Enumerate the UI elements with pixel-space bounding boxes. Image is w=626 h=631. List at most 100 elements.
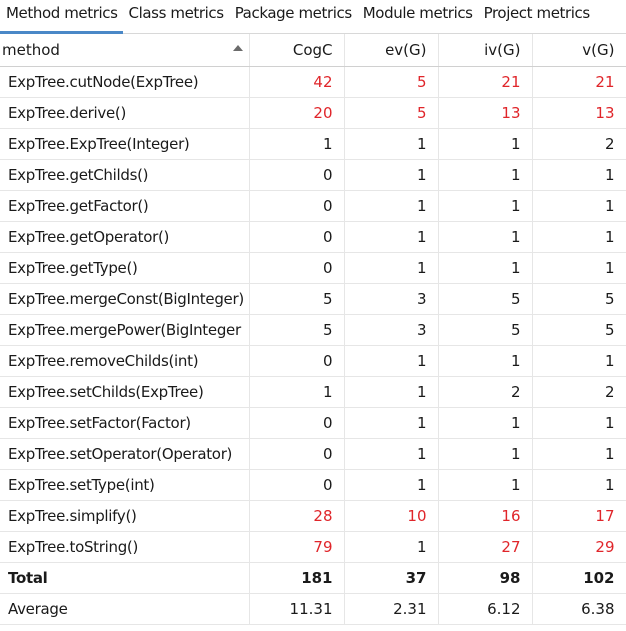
table-row[interactable]: ExpTree.getType() 0 1 1 1 xyxy=(0,252,626,284)
metric-v-g-cell: 5 xyxy=(532,314,626,346)
table-row[interactable]: ExpTree.setType(int) 0 1 1 1 xyxy=(0,469,626,501)
method-metrics-table: method CogC ev(G) iv(G) v(G) ExpTree.cut… xyxy=(0,34,626,625)
metric-ev-g-cell: 1 xyxy=(344,469,439,501)
table-row[interactable]: ExpTree.simplify() 28 10 16 17 xyxy=(0,500,626,532)
metric-iv-g-cell: 1 xyxy=(438,128,533,160)
metric-cogc-cell: 20 xyxy=(249,97,345,129)
metric-cogc-cell: 1 xyxy=(249,376,345,408)
method-name-cell: ExpTree.setType(int) xyxy=(0,469,250,501)
table-row[interactable]: ExpTree.getChilds() 0 1 1 1 xyxy=(0,159,626,191)
metric-iv-g-cell: 1 xyxy=(438,221,533,253)
table-row[interactable]: ExpTree.toString() 79 1 27 29 xyxy=(0,531,626,563)
metric-ev-g-cell: 1 xyxy=(344,531,439,563)
metric-v-g-cell: 21 xyxy=(532,66,626,98)
total-iv-g-cell: 98 xyxy=(438,562,533,594)
table-row[interactable]: ExpTree.derive() 20 5 13 13 xyxy=(0,97,626,129)
metric-ev-g-cell: 1 xyxy=(344,128,439,160)
metric-cogc-cell: 0 xyxy=(249,438,345,470)
metric-iv-g-cell: 5 xyxy=(438,283,533,315)
method-name-cell: ExpTree.getOperator() xyxy=(0,221,250,253)
metric-iv-g-cell: 13 xyxy=(438,97,533,129)
metric-cogc-cell: 5 xyxy=(249,283,345,315)
table-row[interactable]: ExpTree.setOperator(Operator) 0 1 1 1 xyxy=(0,438,626,470)
metric-v-g-cell: 1 xyxy=(532,252,626,284)
metric-v-g-cell: 1 xyxy=(532,159,626,191)
column-header-label: method xyxy=(2,40,60,59)
table-header-row: method CogC ev(G) iv(G) v(G) xyxy=(0,34,626,67)
metric-v-g-cell: 1 xyxy=(532,190,626,222)
metric-cogc-cell: 1 xyxy=(249,128,345,160)
metric-iv-g-cell: 16 xyxy=(438,500,533,532)
table-row[interactable]: ExpTree.getOperator() 0 1 1 1 xyxy=(0,221,626,253)
tab-module-metrics[interactable]: Module metrics xyxy=(357,0,478,33)
column-header-ev-g[interactable]: ev(G) xyxy=(344,34,439,67)
tab-package-metrics[interactable]: Package metrics xyxy=(229,0,357,33)
tab-class-metrics[interactable]: Class metrics xyxy=(123,0,229,33)
method-name-cell: ExpTree.setOperator(Operator) xyxy=(0,438,250,470)
metric-v-g-cell: 1 xyxy=(532,221,626,253)
method-name-cell: ExpTree.cutNode(ExpTree) xyxy=(0,66,250,98)
metric-iv-g-cell: 1 xyxy=(438,345,533,377)
metric-v-g-cell: 1 xyxy=(532,469,626,501)
metric-iv-g-cell: 2 xyxy=(438,376,533,408)
average-cogc-cell: 11.31 xyxy=(249,593,345,625)
average-v-g-cell: 6.38 xyxy=(532,593,626,625)
metric-ev-g-cell: 1 xyxy=(344,438,439,470)
table-row[interactable]: ExpTree.setFactor(Factor) 0 1 1 1 xyxy=(0,407,626,439)
table-row[interactable]: ExpTree.setChilds(ExpTree) 1 1 2 2 xyxy=(0,376,626,408)
table-body: ExpTree.cutNode(ExpTree) 42 5 21 21 ExpTree.d… xyxy=(0,66,626,625)
metric-cogc-cell: 0 xyxy=(249,190,345,222)
method-name-cell: ExpTree.setChilds(ExpTree) xyxy=(0,376,250,408)
method-name-cell: ExpTree.ExpTree(Integer) xyxy=(0,128,250,160)
metric-ev-g-cell: 1 xyxy=(344,252,439,284)
method-name-cell: ExpTree.derive() xyxy=(0,97,250,129)
metric-v-g-cell: 1 xyxy=(532,438,626,470)
metric-ev-g-cell: 1 xyxy=(344,190,439,222)
table-row[interactable]: ExpTree.getFactor() 0 1 1 1 xyxy=(0,190,626,222)
metric-iv-g-cell: 1 xyxy=(438,469,533,501)
table-row[interactable]: ExpTree.mergePower(BigInteger 5 3 5 5 xyxy=(0,314,626,346)
method-name-cell: ExpTree.getChilds() xyxy=(0,159,250,191)
tab-method-metrics[interactable]: Method metrics xyxy=(0,0,123,34)
metric-ev-g-cell: 5 xyxy=(344,66,439,98)
total-row: Total 181 37 98 102 xyxy=(0,562,626,594)
column-header-v-g[interactable]: v(G) xyxy=(532,34,626,67)
metric-cogc-cell: 0 xyxy=(249,159,345,191)
average-iv-g-cell: 6.12 xyxy=(438,593,533,625)
metric-v-g-cell: 1 xyxy=(532,407,626,439)
metric-ev-g-cell: 3 xyxy=(344,283,439,315)
column-header-method[interactable]: method xyxy=(0,34,250,67)
column-header-iv-g[interactable]: iv(G) xyxy=(438,34,533,67)
metric-v-g-cell: 13 xyxy=(532,97,626,129)
table-row[interactable]: ExpTree.cutNode(ExpTree) 42 5 21 21 xyxy=(0,66,626,98)
metric-ev-g-cell: 1 xyxy=(344,221,439,253)
metric-cogc-cell: 0 xyxy=(249,252,345,284)
metric-v-g-cell: 17 xyxy=(532,500,626,532)
metric-ev-g-cell: 1 xyxy=(344,407,439,439)
metric-cogc-cell: 5 xyxy=(249,314,345,346)
column-header-cogc[interactable]: CogC xyxy=(249,34,345,67)
metric-ev-g-cell: 1 xyxy=(344,159,439,191)
metric-iv-g-cell: 1 xyxy=(438,190,533,222)
metric-v-g-cell: 2 xyxy=(532,128,626,160)
tab-project-metrics[interactable]: Project metrics xyxy=(478,0,595,33)
table-row[interactable]: ExpTree.mergeConst(BigInteger) 5 3 5 5 xyxy=(0,283,626,315)
table-row[interactable]: ExpTree.removeChilds(int) 0 1 1 1 xyxy=(0,345,626,377)
total-label-cell: Total xyxy=(0,562,250,594)
metric-ev-g-cell: 1 xyxy=(344,376,439,408)
metric-ev-g-cell: 10 xyxy=(344,500,439,532)
metric-iv-g-cell: 1 xyxy=(438,252,533,284)
method-name-cell: ExpTree.setFactor(Factor) xyxy=(0,407,250,439)
metric-iv-g-cell: 27 xyxy=(438,531,533,563)
metric-iv-g-cell: 1 xyxy=(438,438,533,470)
table-row[interactable]: ExpTree.ExpTree(Integer) 1 1 1 2 xyxy=(0,128,626,160)
metric-cogc-cell: 0 xyxy=(249,345,345,377)
method-name-cell: ExpTree.removeChilds(int) xyxy=(0,345,250,377)
metric-cogc-cell: 28 xyxy=(249,500,345,532)
metric-v-g-cell: 29 xyxy=(532,531,626,563)
metric-v-g-cell: 2 xyxy=(532,376,626,408)
metric-iv-g-cell: 21 xyxy=(438,66,533,98)
total-ev-g-cell: 37 xyxy=(344,562,439,594)
metric-ev-g-cell: 3 xyxy=(344,314,439,346)
method-name-cell: ExpTree.toString() xyxy=(0,531,250,563)
